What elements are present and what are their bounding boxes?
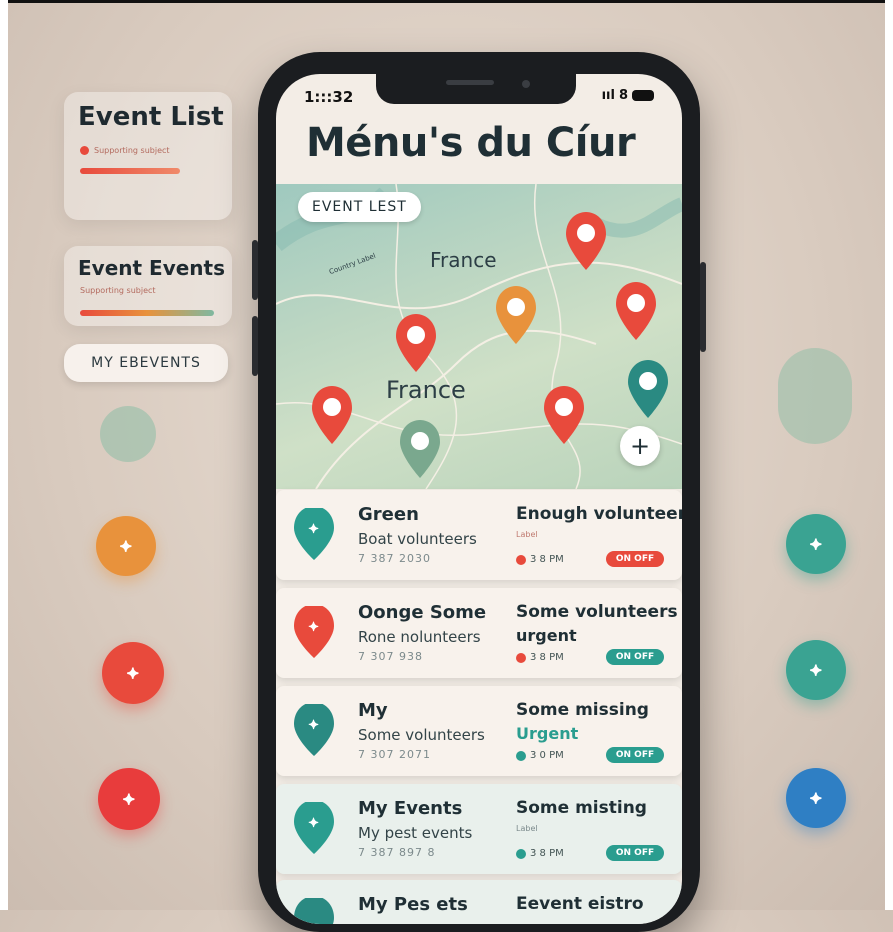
event-date: 7 387 897 8 bbox=[358, 846, 436, 859]
svg-text:⯌: ⯌ bbox=[309, 521, 320, 537]
status-icons: ııl 8 bbox=[602, 88, 654, 103]
event-time: 3 0 PM bbox=[516, 750, 564, 761]
pin-red-5[interactable] bbox=[544, 386, 584, 444]
event-card-5[interactable]: My Pes ets Eevent eistro bbox=[276, 880, 682, 924]
time-dot-icon bbox=[516, 554, 526, 565]
event-time: 3 8 PM bbox=[516, 554, 564, 565]
event-time: 3 8 PM bbox=[516, 652, 564, 663]
event-list-card[interactable]: Event List Supporting subject bbox=[64, 92, 232, 220]
volume-down-button bbox=[252, 316, 258, 376]
event-toggle[interactable]: ON OFF bbox=[606, 747, 664, 763]
status-time: 1:::32 bbox=[304, 88, 354, 106]
map-add-button[interactable]: + bbox=[620, 426, 660, 466]
pin-red-4[interactable] bbox=[312, 386, 352, 444]
event-events-title: Event Events bbox=[78, 256, 225, 280]
decor-bubble-green bbox=[100, 406, 156, 462]
svg-text:⯌: ⯌ bbox=[309, 619, 320, 635]
person-icon-teal[interactable]: ⯌ bbox=[786, 514, 846, 574]
event-status: Eevent eistro bbox=[516, 894, 644, 914]
event-card-3[interactable]: ⯌ My Some volunteers 7 307 2071 Some mis… bbox=[276, 686, 682, 776]
event-events-card[interactable]: Event Events Supporting subject bbox=[64, 246, 232, 326]
event-card-4[interactable]: ⯌ My Events My pest events 7 387 897 8 S… bbox=[276, 784, 682, 874]
event-substatus: Urgent bbox=[516, 724, 579, 743]
event-list-subtitle: Supporting subject bbox=[80, 146, 170, 155]
event-list-bar bbox=[80, 168, 180, 174]
carrier-label: 8 bbox=[618, 88, 628, 103]
person-icon-teal-2[interactable]: ⯌ bbox=[786, 640, 846, 700]
svg-text:⯌: ⯌ bbox=[309, 815, 320, 831]
event-status: Some missing bbox=[516, 700, 649, 720]
person-icon-blue[interactable]: ⯌ bbox=[786, 768, 846, 828]
event-subnote: Label bbox=[516, 824, 538, 833]
power-button bbox=[700, 262, 706, 352]
svg-text:⯌: ⯌ bbox=[309, 717, 320, 733]
battery-icon bbox=[632, 90, 654, 101]
phone-screen: 1:::32 ııl 8 Ménu's du Cíur EVENT LEST F… bbox=[276, 74, 682, 924]
event-status: Some misting bbox=[516, 798, 647, 818]
speaker bbox=[446, 80, 494, 85]
person-icon-red-2[interactable]: ⯌ bbox=[98, 768, 160, 830]
event-list-title: Event List bbox=[78, 102, 224, 132]
pin-red-3[interactable] bbox=[396, 314, 436, 372]
event-events-bar bbox=[80, 310, 214, 316]
event-subnote: Label bbox=[516, 530, 538, 539]
event-meta: Rone nolunteers bbox=[358, 628, 481, 646]
event-name: My bbox=[358, 700, 388, 721]
event-meta: Some volunteers bbox=[358, 726, 485, 744]
pin-teal-2[interactable] bbox=[628, 360, 668, 418]
my-events-button[interactable]: MY EBEVENTS bbox=[64, 344, 228, 382]
event-list-chip[interactable]: EVENT LEST bbox=[298, 192, 421, 222]
map-label-france-2: France bbox=[386, 376, 466, 404]
event-status: Some volunteers bbox=[516, 602, 678, 622]
person-icon-red[interactable]: ⯌ bbox=[102, 642, 164, 704]
notch bbox=[376, 74, 576, 104]
event-pin-icon: ⯌ bbox=[294, 606, 334, 658]
status-dot-icon bbox=[80, 146, 89, 155]
event-events-subtitle: Supporting subject bbox=[80, 286, 156, 295]
event-name: My Pes ets bbox=[358, 894, 468, 915]
event-date: 7 387 2030 bbox=[358, 552, 431, 565]
event-pin-icon: ⯌ bbox=[294, 802, 334, 854]
event-substatus: urgent bbox=[516, 626, 577, 645]
time-dot-icon bbox=[516, 750, 526, 761]
event-date: 7 307 2071 bbox=[358, 748, 431, 761]
time-dot-icon bbox=[516, 652, 526, 663]
event-status: Enough volunteers bbox=[516, 504, 682, 524]
event-toggle[interactable]: ON OFF bbox=[606, 649, 664, 665]
event-time: 3 8 PM bbox=[516, 848, 564, 859]
decor-bubble-right bbox=[778, 348, 852, 444]
event-pin-icon: ⯌ bbox=[294, 704, 334, 756]
event-name: Green bbox=[358, 504, 419, 525]
event-date: 7 307 938 bbox=[358, 650, 423, 663]
map-label-france-1: France bbox=[430, 248, 497, 272]
person-icon-orange[interactable]: ⯌ bbox=[96, 516, 156, 576]
volume-up-button bbox=[252, 240, 258, 300]
camera bbox=[522, 80, 530, 88]
event-name: Oonge Some bbox=[358, 602, 487, 623]
event-meta: My pest events bbox=[358, 824, 473, 842]
right-border bbox=[885, 0, 893, 910]
app-title: Ménu's du Cíur bbox=[306, 120, 636, 166]
pin-red-2[interactable] bbox=[616, 282, 656, 340]
left-border bbox=[0, 0, 8, 910]
pin-red-1[interactable] bbox=[566, 212, 606, 270]
signal-icon: ııl bbox=[601, 88, 615, 103]
event-pin-icon: ⯌ bbox=[294, 508, 334, 560]
event-toggle[interactable]: ON OFF bbox=[606, 845, 664, 861]
event-card-2[interactable]: ⯌ Oonge Some Rone nolunteers 7 307 938 S… bbox=[276, 588, 682, 678]
event-card-1[interactable]: ⯌ Green Boat volunteers 7 387 2030 Enoug… bbox=[276, 490, 682, 580]
time-dot-icon bbox=[516, 848, 526, 859]
event-pin-icon bbox=[294, 898, 334, 924]
event-name: My Events bbox=[358, 798, 463, 819]
pin-teal-1[interactable] bbox=[400, 420, 440, 478]
event-meta: Boat volunteers bbox=[358, 530, 477, 548]
event-toggle[interactable]: ON OFF bbox=[606, 551, 664, 567]
top-border bbox=[0, 0, 893, 3]
